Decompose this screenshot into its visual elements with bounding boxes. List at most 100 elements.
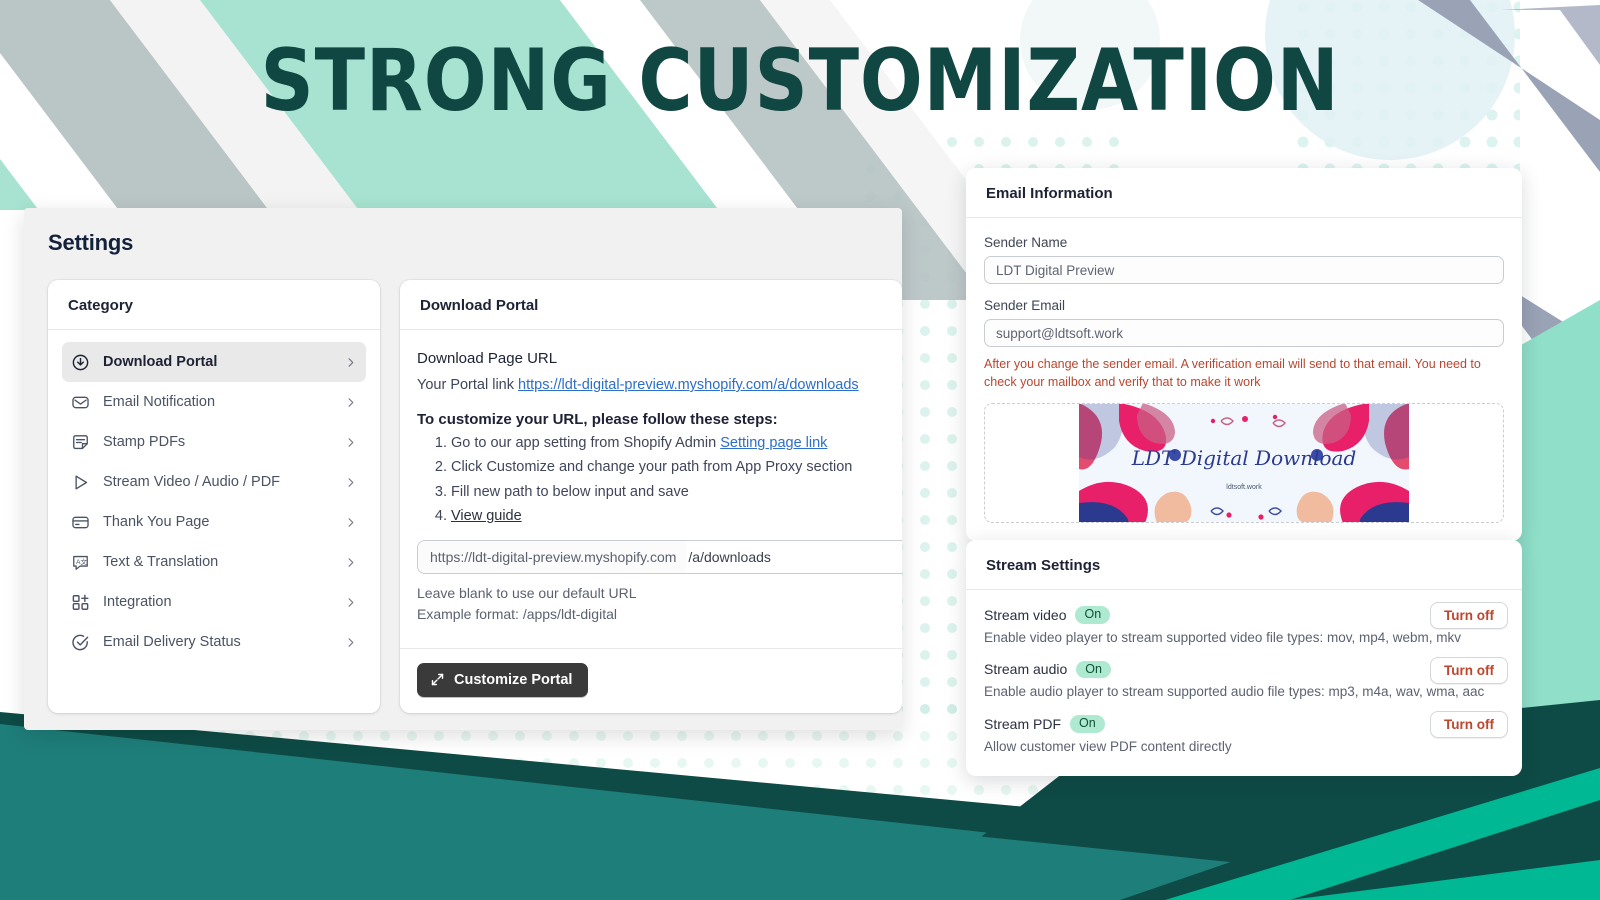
- email-banner-image: LDT Digital Download ldtsoft.work: [1079, 404, 1409, 523]
- status-badge: On: [1070, 715, 1105, 733]
- sidebar-item-label: Integration: [103, 594, 172, 610]
- download-page-url-label: Download Page URL: [417, 350, 558, 367]
- turn-off-button[interactable]: Turn off: [1430, 602, 1508, 629]
- email-information-panel: Email Information Sender Name Sender Ema…: [966, 168, 1522, 542]
- chevron-right-icon: [348, 437, 354, 447]
- sidebar-item-label: Email Delivery Status: [103, 634, 241, 650]
- sender-name-label: Sender Name: [984, 235, 1068, 250]
- sender-email-input[interactable]: [984, 319, 1504, 347]
- svg-text:文: 文: [81, 556, 88, 565]
- sidebar-item-thank-you-page[interactable]: Thank You Page: [62, 502, 366, 542]
- stream-description: Enable audio player to stream supported …: [984, 684, 1485, 699]
- chevron-right-icon: [348, 517, 354, 527]
- chevron-right-icon: [348, 597, 354, 607]
- stream-row-header: Stream audio On: [984, 660, 1504, 678]
- portal-link[interactable]: https://ldt-digital-preview.myshopify.co…: [518, 377, 859, 393]
- customize-portal-label: Customize Portal: [454, 671, 573, 688]
- view-guide-link[interactable]: View guide: [451, 508, 522, 524]
- stream-row-video: Stream video On Enable video player to s…: [984, 602, 1522, 645]
- turn-off-button[interactable]: Turn off: [1430, 711, 1508, 738]
- stream-name: Stream PDF: [984, 715, 1062, 732]
- stream-row-audio: Stream audio On Enable audio player to s…: [984, 656, 1522, 699]
- chevron-right-icon: [348, 557, 354, 567]
- steps-list: Go to our app setting from Shopify Admin…: [451, 435, 882, 526]
- grid-plus-icon: [72, 594, 89, 610]
- hint-line-1: Leave blank to use our default URL: [417, 584, 637, 601]
- stream-settings-body: Stream video On Enable video player to s…: [966, 590, 1522, 776]
- portal-link-line: Your Portal link https://ldt-digital-pre…: [417, 377, 882, 393]
- hint-line-2: Example format: /apps/ldt-digital: [417, 606, 617, 623]
- chevron-right-icon: [348, 357, 354, 367]
- sidebar-item-label: Thank You Page: [103, 514, 210, 530]
- step-text: Go to our app setting from Shopify Admin: [451, 435, 721, 451]
- sidebar-item-text-translation[interactable]: A文 Text & Translation: [62, 542, 366, 582]
- translate-icon: A文: [73, 555, 88, 570]
- sidebar-item-label: Download Portal: [103, 354, 218, 370]
- download-circle-icon: [72, 354, 89, 370]
- sidebar-item-stamp-pdfs[interactable]: Stamp PDFs: [62, 422, 366, 462]
- sidebar-item-download-portal[interactable]: Download Portal: [62, 342, 366, 382]
- step-item: Go to our app setting from Shopify Admin…: [451, 435, 882, 452]
- play-icon: [75, 474, 88, 490]
- sender-email-warning: After you change the sender email. A ver…: [984, 357, 1481, 390]
- chevron-right-icon: [348, 477, 354, 487]
- stream-name: Stream video: [984, 606, 1067, 623]
- page-title: STRONG CUSTOMIZATION: [260, 31, 1340, 131]
- sidebar-item-label: Stream Video / Audio / PDF: [103, 474, 281, 490]
- download-portal-heading: Download Portal: [400, 280, 902, 330]
- settings-heading: Settings: [48, 230, 134, 255]
- portal-url-input[interactable]: https://ldt-digital-preview.myshopify.co…: [417, 539, 902, 574]
- email-banner-dropzone[interactable]: LDT Digital Download ldtsoft.work: [984, 403, 1504, 524]
- download-portal-footer: Customize Portal: [400, 647, 902, 713]
- sender-email-label: Sender Email: [984, 298, 1066, 313]
- sidebar-item-stream-video-audio-pdf[interactable]: Stream Video / Audio / PDF: [62, 462, 366, 502]
- credit-card-icon: [72, 516, 89, 528]
- email-information-heading: Email Information: [966, 168, 1522, 218]
- email-information-body: Sender Name Sender Email After you chang…: [966, 218, 1522, 541]
- stream-settings-heading: Stream Settings: [966, 540, 1522, 590]
- banner-subtitle: ldtsoft.work: [1226, 484, 1262, 491]
- sender-name-input[interactable]: [984, 256, 1504, 284]
- download-portal-body: Download Page URL Your Portal link https…: [400, 330, 902, 648]
- envelope-icon: [72, 396, 89, 408]
- step-text: Fill new path to below input and save: [451, 483, 689, 500]
- stream-row-header: Stream video On: [984, 606, 1504, 624]
- turn-off-button[interactable]: Turn off: [1430, 656, 1508, 684]
- sidebar-item-integration[interactable]: Integration: [62, 582, 366, 622]
- stream-row-header: Stream PDF On: [984, 715, 1504, 733]
- download-portal-panel: Download Portal Download Page URL Your P…: [400, 280, 902, 713]
- check-circle-icon: [72, 634, 89, 650]
- note-icon: [73, 434, 88, 449]
- category-heading: Category: [48, 280, 380, 330]
- settings-window: Settings Category Download Portal Email …: [24, 208, 902, 730]
- stream-description: Allow customer view PDF content directly: [984, 738, 1232, 754]
- portal-url-hint: Leave blank to use our default URL Examp…: [417, 583, 882, 626]
- portal-link-prefix: Your Portal link: [417, 377, 519, 393]
- portal-url-value: /a/downloads: [688, 548, 771, 565]
- sidebar-item-email-notification[interactable]: Email Notification: [62, 382, 366, 422]
- stream-name: Stream audio: [984, 661, 1068, 678]
- banner-title: LDT Digital Download: [1131, 446, 1357, 470]
- expand-arrows-icon: [431, 674, 444, 686]
- step-text: Click Customize and change your path fro…: [451, 459, 853, 476]
- stream-row-pdf: Stream PDF On Allow customer view PDF co…: [984, 711, 1522, 754]
- sidebar-item-label: Text & Translation: [103, 554, 219, 570]
- portal-url-prefix: https://ldt-digital-preview.myshopify.co…: [418, 540, 687, 573]
- sidebar-item-label: Stamp PDFs: [103, 434, 186, 450]
- steps-title: To customize your URL, please follow the…: [417, 411, 778, 428]
- stream-settings-panel: Stream Settings Stream video On Enable v…: [966, 540, 1522, 776]
- sidebar-item-label: Email Notification: [103, 394, 216, 410]
- setting-page-link[interactable]: Setting page link: [720, 435, 827, 451]
- step-item: Click Customize and change your path fro…: [451, 459, 882, 476]
- category-list: Download Portal Email Notification Stamp…: [48, 330, 380, 678]
- sidebar-item-email-delivery-status[interactable]: Email Delivery Status: [62, 622, 366, 662]
- chevron-right-icon: [348, 637, 354, 647]
- chevron-right-icon: [348, 397, 354, 407]
- category-panel: Category Download Portal Email Notificat…: [48, 280, 380, 713]
- customize-portal-button[interactable]: Customize Portal: [417, 662, 589, 697]
- stream-description: Enable video player to stream supported …: [984, 629, 1461, 645]
- status-badge: On: [1075, 606, 1111, 624]
- step-item: View guide: [451, 508, 882, 525]
- step-item: Fill new path to below input and save: [451, 484, 882, 501]
- status-badge: On: [1076, 660, 1111, 678]
